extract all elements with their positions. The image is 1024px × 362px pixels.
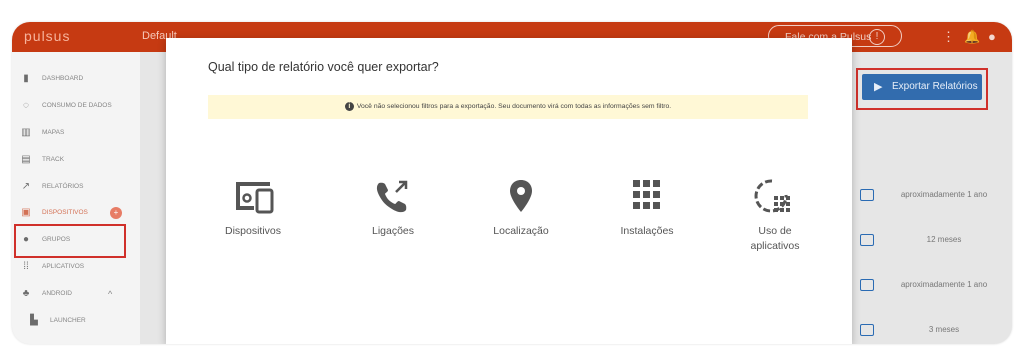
data-usage-icon: ◌ [23,100,29,111]
table-row[interactable]: 12 meses [860,231,1000,251]
sidebar-item-label: TRACK [42,156,65,163]
sidebar-item-launcher[interactable]: ▙ LAUNCHER [26,310,142,332]
export-report-dialog: Qual tipo de relatório você quer exporta… [166,38,852,344]
sidebar: ▮ DASHBOARD ◌ CONSUMO DE DADOS ▥ MAPAS ▤… [12,52,140,344]
chevron-up-icon[interactable]: ^ [108,283,112,305]
pulsus-logo: pulsus [24,28,71,44]
add-badge[interactable]: + [110,207,122,219]
devices-icon [236,182,274,214]
notification-icon[interactable]: 🔔 [964,29,980,45]
info-icon: ! [869,29,885,45]
trending-icon: ↗ [21,181,31,192]
dialog-title: Qual tipo de relatório você quer exporta… [208,60,439,74]
table-row[interactable]: aproximadamente 1 ano [860,276,1000,296]
option-devices[interactable]: Dispositivos [198,178,308,239]
apps-icon: ⁞⁞ [23,261,29,272]
track-icon: ▤ [21,154,31,165]
bar-chart-icon: ▮ [23,73,29,84]
sidebar-item-label: LAUNCHER [50,317,86,324]
warning-text: Você não selecionou filtros para a expor… [356,103,672,110]
option-calls[interactable]: Ligações [338,178,448,239]
last-seen-value: aproximadamente 1 ano [900,190,988,199]
apps-grid-icon [633,180,660,209]
devices-icon: ▣ [21,207,31,218]
last-seen-value: 3 meses [928,325,960,334]
table-row[interactable]: 3 meses [860,321,1000,341]
cast-icon [860,189,874,201]
location-pin-icon [510,180,532,212]
sidebar-item-devices[interactable]: ▣ DISPOSITIVOS + [18,202,134,224]
option-label: Localização [493,225,549,237]
more-vert-icon[interactable]: ⋮ [942,29,955,45]
phone-call-icon [376,180,408,213]
table-row[interactable]: aproximadamente 1 ano [860,186,1000,206]
option-label: Uso de aplicativos [750,225,800,252]
option-installations[interactable]: Instalações [592,178,702,239]
sidebar-item-track[interactable]: ▤ TRACK [18,149,134,171]
export-highlight-box [856,68,988,110]
option-label: Instalações [620,225,674,237]
account-icon[interactable]: ● [988,29,996,44]
last-seen-value: 12 meses [926,235,962,244]
sidebar-item-dashboard[interactable]: ▮ DASHBOARD [18,68,134,90]
sidebar-item-label: CONSUMO DE DADOS [42,102,112,109]
sidebar-item-maps[interactable]: ▥ MAPAS [18,122,134,144]
info-icon: i [344,101,354,111]
cast-icon [860,279,874,291]
sidebar-item-label: ANDROID [42,290,72,297]
last-seen-value: aproximadamente 1 ano [900,280,988,289]
option-label: Dispositivos [224,225,282,237]
launcher-icon: ▙ [30,315,38,326]
sidebar-item-label: DASHBOARD [42,75,84,82]
option-location[interactable]: Localização [466,178,576,239]
android-icon: ♣ [22,288,30,299]
option-app-usage[interactable]: Uso de aplicativos [720,178,830,254]
sidebar-item-apps[interactable]: ⁞⁞ APLICATIVOS [18,256,134,278]
sidebar-item-reports[interactable]: ↗ RELATÓRIOS [18,176,134,198]
sidebar-item-label: MAPAS [42,129,65,136]
no-filter-warning: i Você não selecionou filtros para a expo… [208,95,808,119]
sidebar-item-label: APLICATIVOS [42,263,85,270]
cast-icon [860,324,874,336]
sidebar-item-label: DISPOSITIVOS [42,209,88,216]
app-usage-icon [754,179,790,213]
option-label: Ligações [371,225,415,237]
map-icon: ▥ [21,127,31,138]
sidebar-item-data-usage[interactable]: ◌ CONSUMO DE DADOS [18,95,134,117]
devices-highlight-box [14,224,126,258]
sidebar-item-android[interactable]: ♣ ANDROID ^ [18,283,134,305]
sidebar-item-label: RELATÓRIOS [42,183,84,190]
app-window: pulsus Default Fale com a Pulsus ! ⋮ 🔔 ●… [12,22,1012,344]
cast-icon [860,234,874,246]
